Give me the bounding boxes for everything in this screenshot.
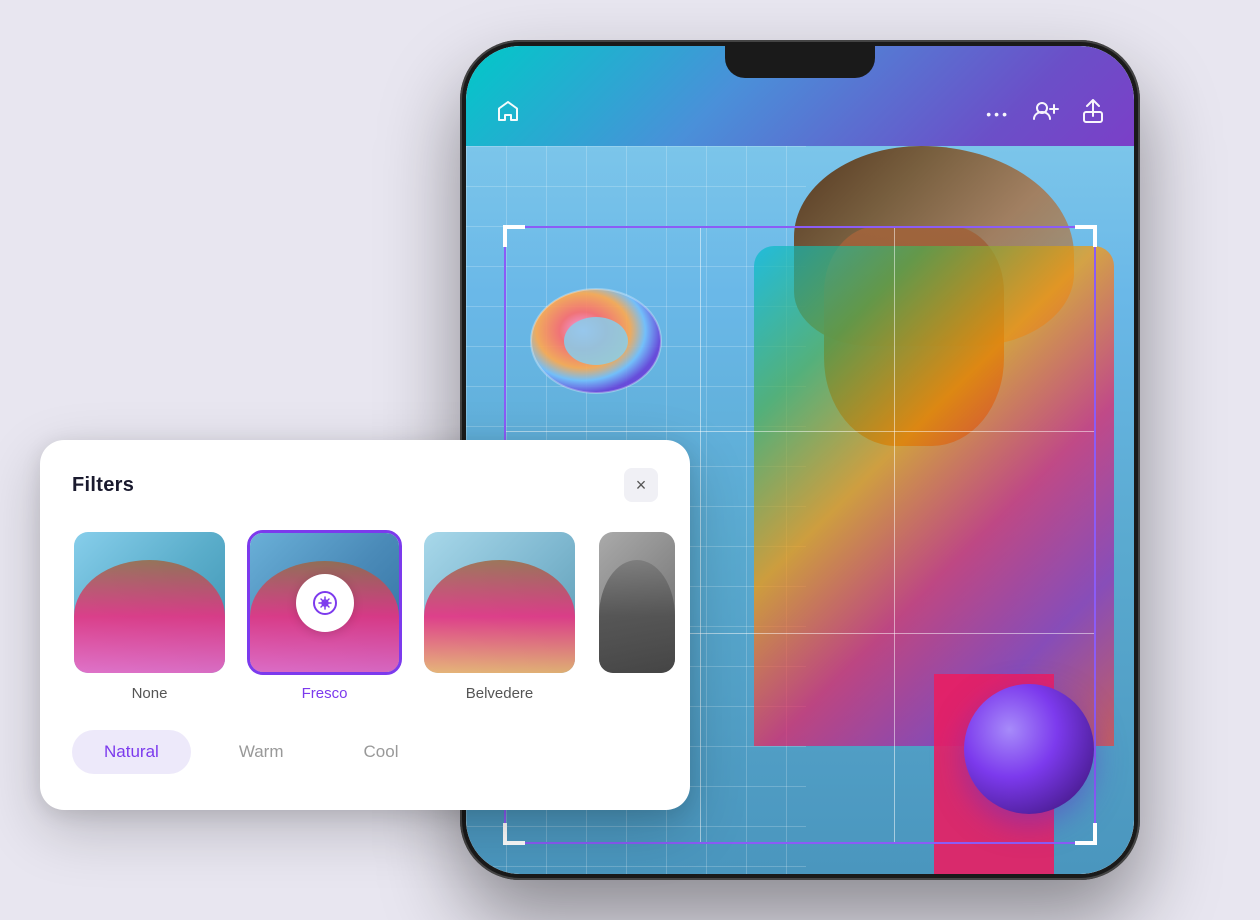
crop-grid-line-v2	[894, 228, 895, 842]
filter-thumb-bg-fourth	[599, 532, 675, 673]
filter-thumb-bg-belvedere	[424, 532, 575, 673]
filter-thumb-fresco	[247, 530, 402, 675]
filters-title: Filters	[72, 474, 134, 497]
filter-thumbnails-row: None Fresco	[72, 530, 658, 702]
filters-panel: Filters × None	[40, 440, 690, 810]
phone-side-button	[1139, 240, 1140, 300]
more-dots-icon[interactable]: •••	[986, 106, 1010, 122]
tone-row: Natural Warm Cool	[72, 730, 658, 774]
fresco-icon-overlay	[296, 574, 354, 632]
crop-corner-tl	[503, 225, 525, 247]
crop-grid-line-h1	[506, 431, 1094, 432]
tone-natural-button[interactable]: Natural	[72, 730, 191, 774]
filter-item-none[interactable]: None	[72, 530, 227, 702]
tone-warm-button[interactable]: Warm	[207, 730, 316, 774]
thumb-person-none	[74, 560, 225, 673]
filter-thumb-none	[72, 530, 227, 675]
filters-header: Filters ×	[72, 468, 658, 502]
filter-label-belvedere: Belvedere	[466, 685, 534, 702]
filter-thumb-belvedere	[422, 530, 577, 675]
header-icons-row: •••	[496, 98, 1104, 130]
share-icon[interactable]	[1082, 98, 1104, 130]
filter-thumb-fourth	[597, 530, 677, 675]
crop-corner-bl	[503, 823, 525, 845]
filter-label-none: None	[132, 685, 168, 702]
sphere-3d-shape	[964, 684, 1094, 814]
tone-cool-button[interactable]: Cool	[332, 730, 431, 774]
add-friend-icon[interactable]	[1032, 99, 1060, 129]
crop-grid-line-v1	[700, 228, 701, 842]
home-icon[interactable]	[496, 99, 520, 129]
crop-corner-tr	[1075, 225, 1097, 247]
donut-3d-shape	[526, 276, 666, 396]
filter-item-fresco[interactable]: Fresco	[247, 530, 402, 702]
phone-notch	[725, 46, 875, 78]
filter-label-fresco: Fresco	[302, 685, 348, 702]
thumb-person-belvedere	[424, 560, 575, 673]
header-right-icons: •••	[986, 98, 1104, 130]
thumb-person-fourth	[599, 560, 675, 673]
filter-item-belvedere[interactable]: Belvedere	[422, 530, 577, 702]
crop-corner-br	[1075, 823, 1097, 845]
close-button[interactable]: ×	[624, 468, 658, 502]
filter-thumb-bg-fresco	[250, 533, 399, 672]
filter-thumb-bg-none	[74, 532, 225, 673]
filter-item-fourth[interactable]	[597, 530, 677, 702]
